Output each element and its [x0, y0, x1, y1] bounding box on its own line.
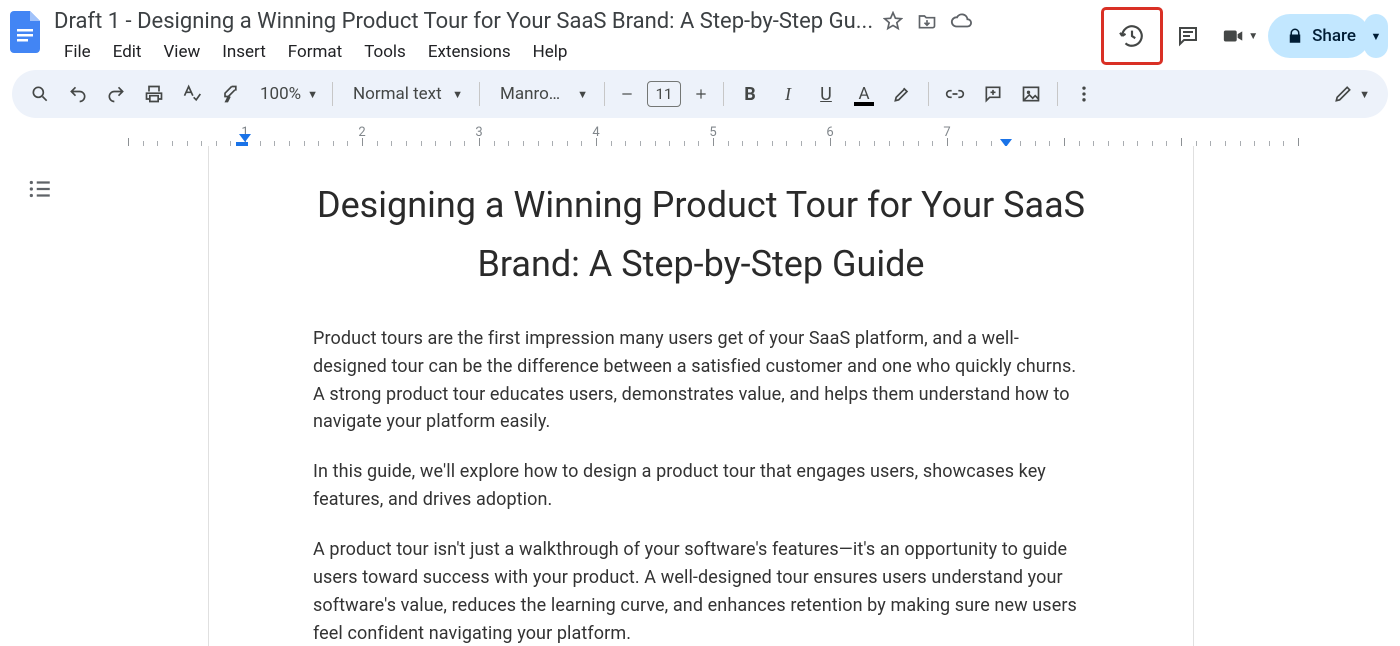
doc-paragraph[interactable]: A product tour isn't just a walkthrough … [313, 536, 1089, 646]
ruler-label: 3 [475, 125, 482, 140]
ruler-label: 5 [709, 125, 716, 140]
cloud-status-icon[interactable] [947, 7, 975, 35]
ruler-label: 7 [943, 125, 950, 140]
comments-button[interactable] [1164, 12, 1212, 60]
menu-help[interactable]: Help [523, 38, 578, 66]
more-toolbar-button[interactable] [1066, 76, 1102, 112]
lock-icon [1286, 27, 1304, 45]
star-icon[interactable] [879, 7, 907, 35]
ruler-label: 4 [592, 125, 599, 140]
zoom-select[interactable]: 100% ▼ [250, 84, 324, 104]
add-comment-button[interactable] [975, 76, 1011, 112]
paragraph-style-select[interactable]: Normal text ▼ [341, 84, 471, 104]
chevron-down-icon: ▼ [577, 88, 588, 101]
search-button[interactable] [22, 76, 58, 112]
app-root: Draft 1 - Designing a Winning Product To… [0, 0, 1400, 646]
share-button[interactable]: Share [1268, 14, 1370, 58]
pencil-icon [1333, 84, 1353, 104]
menu-extensions[interactable]: Extensions [418, 38, 521, 66]
share-dropdown[interactable]: ▼ [1364, 14, 1388, 58]
insert-link-button[interactable] [937, 76, 973, 112]
doc-paragraph[interactable]: In this guide, we'll explore how to desi… [313, 458, 1089, 514]
chevron-down-icon: ▼ [452, 88, 463, 101]
paragraph-style-label: Normal text [353, 84, 442, 104]
ruler-row: 1234567 [0, 122, 1400, 146]
share-label: Share [1312, 26, 1356, 46]
print-button[interactable] [136, 76, 172, 112]
doc-paragraph[interactable]: Product tours are the first impression m… [313, 325, 1089, 437]
version-history-button[interactable] [1112, 16, 1152, 56]
highlight-color-button[interactable] [884, 76, 920, 112]
menu-file[interactable]: File [54, 38, 101, 66]
meet-button[interactable]: ▼ [1216, 12, 1264, 60]
ruler-label: 2 [358, 125, 365, 140]
text-color-button[interactable]: A [846, 76, 882, 112]
chevron-down-icon: ▼ [1359, 88, 1370, 101]
menu-tools[interactable]: Tools [354, 38, 416, 66]
menu-view[interactable]: View [153, 38, 210, 66]
menu-edit[interactable]: Edit [103, 38, 152, 66]
ruler-label: 6 [826, 125, 833, 140]
menu-insert[interactable]: Insert [212, 38, 276, 66]
increase-font-size-button[interactable] [687, 76, 715, 112]
menu-format[interactable]: Format [278, 38, 352, 66]
paint-format-button[interactable] [212, 76, 248, 112]
title-actions: ▼ Share ▼ [1104, 6, 1388, 66]
font-size-input[interactable]: 11 [647, 81, 681, 107]
chevron-down-icon: ▼ [1248, 31, 1258, 42]
horizontal-ruler[interactable]: 1234567 [80, 122, 1400, 146]
underline-button[interactable]: U [808, 76, 844, 112]
undo-button[interactable] [60, 76, 96, 112]
document-outline-button[interactable] [27, 176, 53, 202]
chevron-down-icon: ▼ [307, 88, 318, 101]
decrease-font-size-button[interactable] [613, 76, 641, 112]
work-area: Designing a Winning Product Tour for You… [0, 146, 1400, 646]
font-family-label: Manro… [500, 84, 560, 104]
redo-button[interactable] [98, 76, 134, 112]
doc-heading[interactable]: Designing a Winning Product Tour for You… [313, 176, 1089, 295]
title-bar: Draft 1 - Designing a Winning Product To… [0, 0, 1400, 66]
font-family-select[interactable]: Manro… ▼ [488, 84, 596, 104]
highlight-box [1104, 10, 1160, 62]
spellcheck-button[interactable] [174, 76, 210, 112]
editing-mode-button[interactable]: ▼ [1325, 84, 1378, 104]
font-size-value: 11 [656, 85, 673, 103]
document-page[interactable]: Designing a Winning Product Tour for You… [208, 146, 1194, 646]
docs-logo-icon[interactable] [6, 6, 46, 58]
toolbar: 100% ▼ Normal text ▼ Manro… ▼ 11 B I [12, 70, 1388, 118]
zoom-value: 100% [260, 84, 301, 104]
move-icon[interactable] [913, 7, 941, 35]
insert-image-button[interactable] [1013, 76, 1049, 112]
menu-bar: File Edit View Insert Format Tools Exten… [54, 38, 975, 66]
italic-button[interactable]: I [770, 76, 806, 112]
bold-button[interactable]: B [732, 76, 768, 112]
document-title[interactable]: Draft 1 - Designing a Winning Product To… [54, 9, 873, 34]
